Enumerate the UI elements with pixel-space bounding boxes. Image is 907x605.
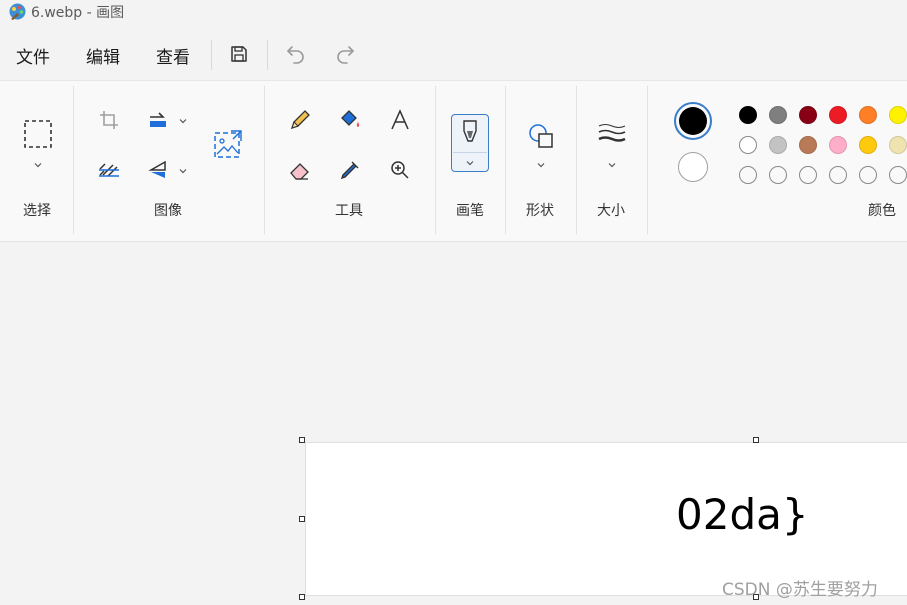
ribbon-divider (264, 86, 265, 234)
drawing-canvas[interactable] (306, 443, 907, 595)
paint-bucket-icon (341, 110, 360, 127)
undo-icon (287, 46, 304, 64)
custom-color-slot[interactable] (799, 166, 817, 184)
canvas-text: 02da} (676, 490, 809, 539)
text-icon (391, 109, 409, 130)
undo-button[interactable] (281, 41, 311, 67)
flip-button[interactable] (142, 154, 174, 186)
text-button[interactable] (384, 104, 416, 136)
menu-file[interactable]: 文件 (16, 43, 50, 68)
secondary-color-button[interactable] (678, 152, 708, 182)
color-swatch[interactable] (889, 106, 907, 124)
primary-color-swatch (679, 107, 707, 135)
image-resize-icon (214, 130, 242, 158)
group-label-size: 大小 (597, 203, 625, 219)
menu-divider (267, 40, 268, 70)
color-swatch[interactable] (859, 106, 877, 124)
rectangle-select-icon (24, 120, 52, 148)
ribbon-divider (73, 86, 74, 234)
group-label-colors: 颜色 (868, 203, 896, 219)
flip-icon (148, 160, 166, 178)
group-label-shapes: 形状 (526, 203, 554, 219)
menu-bar (0, 28, 907, 80)
custom-color-slot[interactable] (829, 166, 847, 184)
eraser-icon (290, 163, 309, 180)
resize-icon (150, 112, 166, 127)
ribbon-divider (647, 86, 648, 234)
save-button[interactable] (224, 41, 254, 67)
chevron-down-icon[interactable] (178, 166, 188, 176)
custom-color-slot[interactable] (859, 166, 877, 184)
window-title: 6.webp - 画图 (31, 5, 125, 21)
chevron-down-icon[interactable] (465, 158, 475, 168)
color-swatch[interactable] (829, 106, 847, 124)
save-icon (231, 46, 247, 62)
color-swatch[interactable] (739, 136, 757, 154)
custom-color-slot[interactable] (739, 166, 757, 184)
zoom-in-icon (391, 161, 409, 179)
menu-divider (211, 40, 212, 70)
select-button[interactable] (22, 118, 54, 150)
size-button[interactable] (596, 118, 628, 150)
brush-icon (463, 120, 477, 142)
group-label-tools: 工具 (335, 203, 363, 219)
ribbon-divider (505, 86, 506, 234)
color-swatch[interactable] (889, 136, 907, 154)
color-swatch[interactable] (799, 106, 817, 124)
color-swatch[interactable] (829, 136, 847, 154)
ribbon-divider (576, 86, 577, 234)
resize-handle-top-left[interactable] (299, 437, 305, 443)
stroke-size-icon (598, 124, 626, 142)
watermark-text: CSDN @苏生要努力 (722, 580, 878, 600)
shapes-button[interactable] (525, 120, 557, 152)
color-swatch[interactable] (799, 136, 817, 154)
redo-icon (337, 46, 354, 64)
crop-icon (100, 111, 118, 129)
title-bar (0, 0, 907, 28)
eraser-button[interactable] (284, 154, 316, 186)
group-label-select: 选择 (23, 203, 51, 219)
pencil-button[interactable] (284, 104, 316, 136)
menu-edit[interactable]: 编辑 (86, 43, 120, 68)
eyedropper-icon (340, 161, 359, 180)
brush-split-divider (453, 152, 487, 153)
resize-handle-left[interactable] (299, 516, 305, 522)
chevron-down-icon[interactable] (33, 160, 43, 170)
fill-button[interactable] (334, 104, 366, 136)
magnifier-button[interactable] (384, 154, 416, 186)
color-swatch[interactable] (739, 106, 757, 124)
custom-color-slot[interactable] (769, 166, 787, 184)
color-swatch[interactable] (769, 106, 787, 124)
group-label-brush: 画笔 (456, 203, 484, 219)
chevron-down-icon[interactable] (178, 116, 188, 126)
rotate-button[interactable] (93, 154, 125, 186)
redo-button[interactable] (330, 41, 360, 67)
chevron-down-icon[interactable] (607, 160, 617, 170)
color-picker-button[interactable] (334, 154, 366, 186)
pencil-icon (290, 110, 310, 130)
chevron-down-icon[interactable] (536, 160, 546, 170)
menu-view[interactable]: 查看 (156, 43, 190, 68)
image-properties-button[interactable] (212, 128, 244, 160)
primary-color-button[interactable] (674, 102, 712, 140)
resize-handle-bottom-left[interactable] (299, 594, 305, 600)
hatch-rotate-icon (99, 163, 119, 177)
color-swatch[interactable] (859, 136, 877, 154)
ribbon-divider (435, 86, 436, 234)
group-label-image: 图像 (154, 203, 182, 219)
resize-button[interactable] (142, 104, 174, 136)
custom-color-slot[interactable] (889, 166, 907, 184)
paint-app-icon (8, 2, 27, 21)
shapes-icon (529, 124, 553, 148)
resize-handle-top[interactable] (753, 437, 759, 443)
crop-button[interactable] (93, 104, 125, 136)
color-swatch[interactable] (769, 136, 787, 154)
brush-preview (454, 116, 486, 148)
